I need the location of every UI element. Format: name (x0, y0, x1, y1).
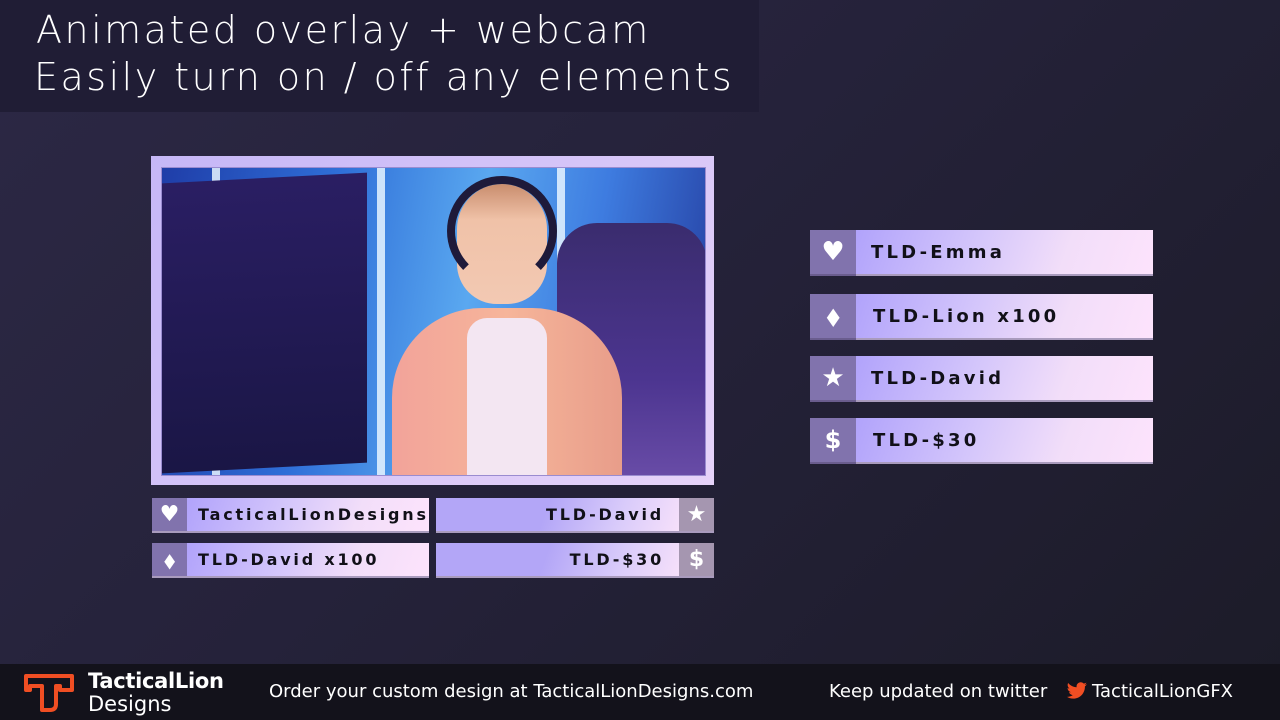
small-alert-bits: ◆ TLD-David x100 (152, 543, 429, 578)
order-link-text[interactable]: Order your custom design at TacticalLion… (269, 681, 753, 702)
small-alert-subscriber: TLD-David ★ (436, 498, 714, 533)
star-icon: ★ (810, 356, 856, 402)
small-alert-label: TacticalLionDesigns (187, 498, 429, 531)
brand-subtitle: Designs (88, 692, 172, 716)
heart-icon: ♥ (810, 230, 856, 276)
small-alert-label: TLD-David x100 (187, 543, 429, 576)
header-title-line-2: Easily turn on / off any elements (34, 55, 735, 99)
twitter-handle[interactable]: TacticalLionGFX (1092, 681, 1233, 702)
alert-follower: ♥ TLD-Emma (810, 230, 1153, 276)
alert-label: TLD-Lion x100 (856, 294, 1153, 338)
dollar-icon: $ (810, 418, 856, 464)
monitor (162, 172, 367, 474)
alert-donation: $ TLD-$30 (810, 418, 1153, 464)
header-banner: Animated overlay + webcam Easily turn on… (0, 0, 759, 112)
alert-subscriber: ★ TLD-David (810, 356, 1153, 402)
heart-icon: ♥ (152, 498, 187, 531)
dollar-icon: $ (679, 543, 714, 576)
brand-logo-icon (24, 674, 74, 712)
diamond-icon: ◆ (152, 543, 187, 576)
alert-bits: ◆ TLD-Lion x100 (810, 294, 1153, 340)
headset (447, 176, 557, 286)
diamond-icon: ◆ (810, 294, 856, 340)
twitter-prompt: Keep updated on twitter (829, 681, 1048, 702)
small-alert-donation: TLD-$30 $ (436, 543, 714, 578)
webcam-frame (151, 156, 714, 485)
footer: TacticalLion Designs Order your custom d… (0, 664, 1280, 720)
small-alert-label: TLD-$30 (436, 543, 679, 576)
small-alert-label: TLD-David (436, 498, 679, 531)
header-title-line-1: Animated overlay + webcam (36, 8, 651, 52)
brand-name: TacticalLion (88, 669, 224, 693)
small-alert-follower: ♥ TacticalLionDesigns (152, 498, 429, 533)
twitter-bird-icon (1066, 682, 1087, 699)
star-icon: ★ (679, 498, 714, 531)
alert-label: TLD-David (856, 356, 1153, 400)
alert-label: TLD-$30 (856, 418, 1153, 462)
alert-label: TLD-Emma (856, 230, 1153, 274)
webcam-image (161, 167, 706, 476)
